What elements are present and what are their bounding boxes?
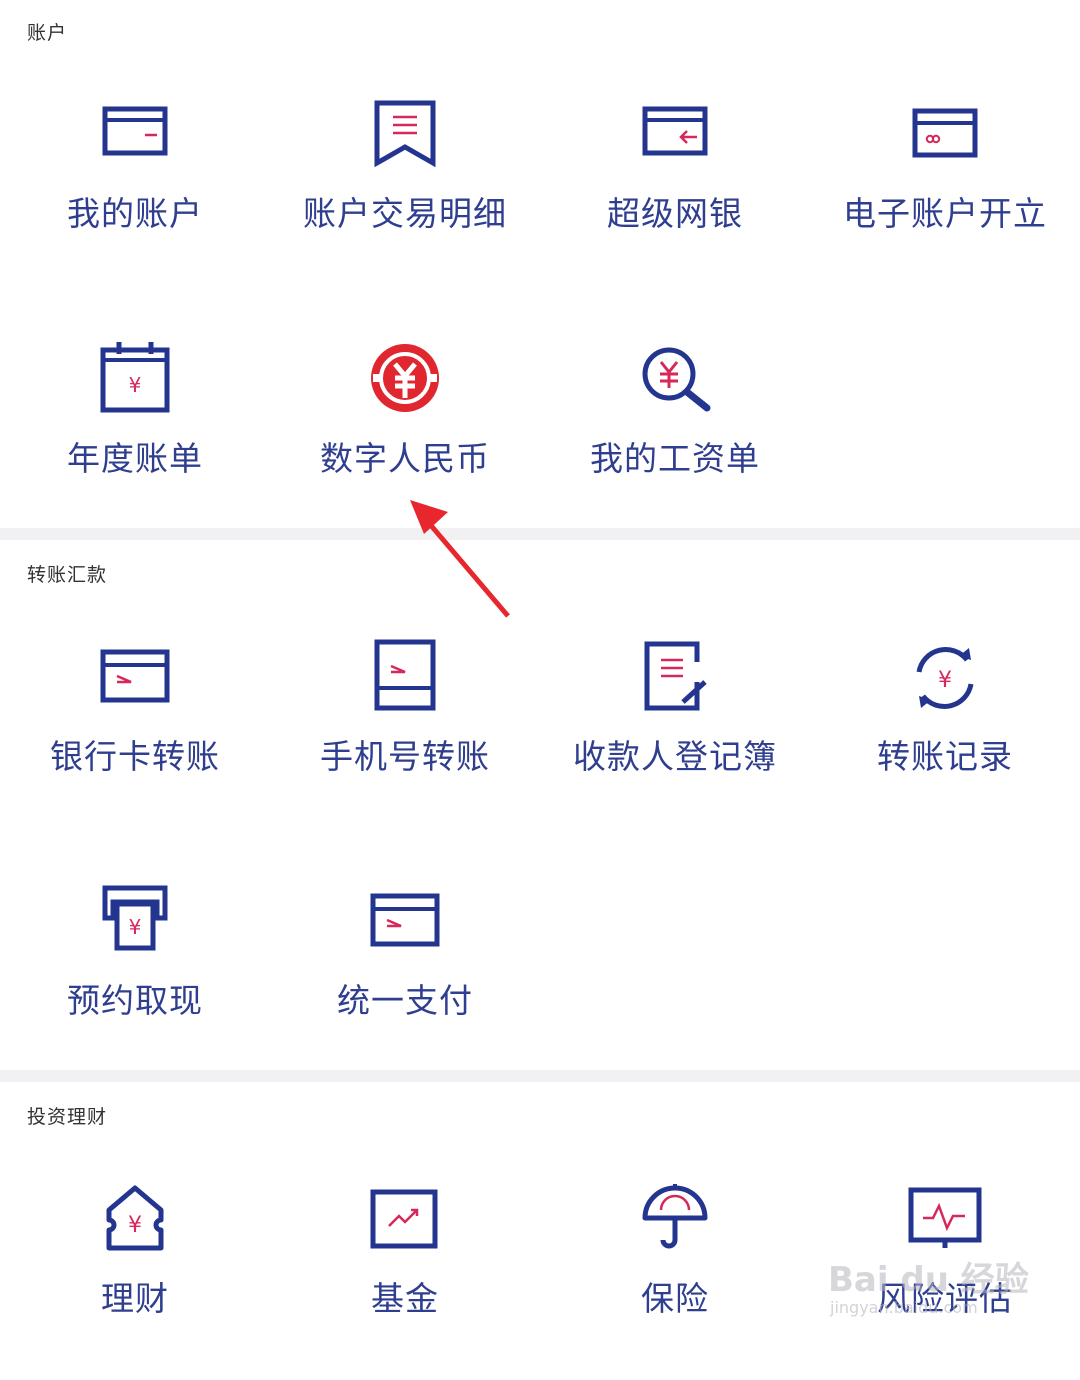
- svg-text:¥: ¥: [938, 668, 952, 693]
- receipt-icon: [365, 95, 445, 175]
- section-title-account: 账户: [27, 22, 68, 44]
- grid-item-label: 基金: [371, 1279, 439, 1318]
- chart-up-icon: [365, 1180, 445, 1260]
- card-pay-icon: [365, 882, 445, 962]
- grid-item-payee-register[interactable]: 收款人登记簿: [540, 638, 810, 838]
- grid-item-account-details[interactable]: 账户交易明细: [270, 95, 540, 295]
- phone-transfer-icon: [365, 638, 445, 718]
- grid-item-label: 电子账户开立: [843, 194, 1047, 233]
- grid-item-super-ebank[interactable]: 超级网银: [540, 95, 810, 295]
- card-transfer-icon: [95, 638, 175, 718]
- grid-item-digital-rmb[interactable]: 数字人民币: [270, 340, 540, 540]
- card-link-icon: [905, 95, 985, 175]
- watermark-brand: Bai du 经验: [828, 1260, 1029, 1300]
- grid-item-wealth[interactable]: ¥ 理财: [0, 1180, 270, 1380]
- grid-item-unified-payment[interactable]: 统一支付: [270, 882, 540, 1082]
- grid-item-my-account[interactable]: 我的账户: [0, 95, 270, 295]
- grid-item-label: 年度账单: [67, 439, 203, 478]
- grid-item-label: 收款人登记簿: [573, 737, 777, 776]
- grid-item-transfer-records[interactable]: ¥ 转账记录: [810, 638, 1080, 838]
- grid-item-phone-transfer[interactable]: 手机号转账: [270, 638, 540, 838]
- section-divider: [0, 528, 1080, 540]
- grid-item-label: 数字人民币: [320, 439, 490, 478]
- watermark-url: jingyan.baidu.com: [830, 1298, 978, 1317]
- house-yuan-icon: ¥: [95, 1180, 175, 1260]
- grid-item-annual-bill[interactable]: ¥ 年度账单: [0, 340, 270, 540]
- grid-item-insurance[interactable]: 保险: [540, 1180, 810, 1380]
- monitor-pulse-icon: [905, 1180, 985, 1260]
- grid-item-fund[interactable]: 基金: [270, 1180, 540, 1380]
- grid-item-payslip[interactable]: 我的工资单: [540, 340, 810, 540]
- grid-item-label: 账户交易明细: [303, 194, 507, 233]
- svg-text:¥: ¥: [129, 373, 142, 397]
- grid-item-label: 统一支付: [337, 981, 473, 1020]
- grid-item-label: 预约取现: [67, 981, 203, 1020]
- svg-text:¥: ¥: [129, 915, 142, 939]
- yuan-search-icon: [635, 340, 715, 420]
- section-transfer: 转账汇款 银行卡转账 手机号转账 收款人登记簿 ¥ 转账记录 ¥ 预约取现 统一…: [0, 540, 1080, 1070]
- card-return-icon: [635, 95, 715, 175]
- digital-rmb-icon: [365, 340, 445, 420]
- grid-item-label: 我的账户: [67, 194, 203, 233]
- section-title-transfer: 转账汇款: [27, 564, 108, 586]
- calendar-yuan-icon: ¥: [95, 340, 175, 420]
- section-title-invest: 投资理财: [27, 1106, 108, 1128]
- grid-item-card-transfer[interactable]: 银行卡转账: [0, 638, 270, 838]
- edit-note-icon: [635, 638, 715, 718]
- umbrella-icon: [635, 1180, 715, 1260]
- svg-text:¥: ¥: [128, 1213, 142, 1238]
- card-icon: [95, 95, 175, 175]
- grid-item-label: 转账记录: [877, 737, 1013, 776]
- atm-icon: ¥: [95, 882, 175, 962]
- grid-item-label: 我的工资单: [590, 439, 760, 478]
- grid-item-scheduled-withdrawal[interactable]: ¥ 预约取现: [0, 882, 270, 1082]
- grid-item-label: 超级网银: [607, 194, 743, 233]
- grid-item-label: 保险: [641, 1279, 709, 1318]
- grid-item-label: 理财: [101, 1279, 169, 1318]
- section-divider: [0, 1070, 1080, 1082]
- grid-item-open-e-account[interactable]: 电子账户开立: [810, 95, 1080, 295]
- yuan-refresh-icon: ¥: [905, 638, 985, 718]
- section-account: 账户 我的账户 账户交易明细 超级网银 电子账户开立 ¥ 年度账单 数字人民币 …: [0, 0, 1080, 528]
- grid-item-label: 银行卡转账: [50, 737, 220, 776]
- grid-item-label: 手机号转账: [320, 737, 490, 776]
